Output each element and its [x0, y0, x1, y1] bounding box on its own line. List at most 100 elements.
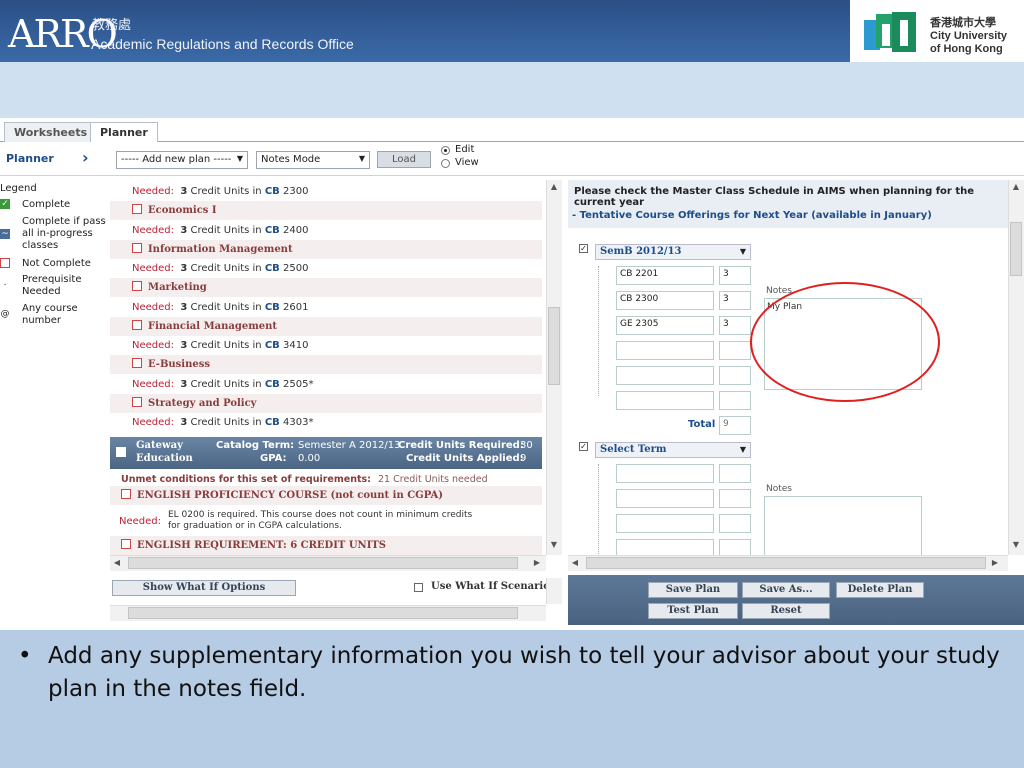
- term1-course-units[interactable]: [719, 341, 751, 360]
- course-number[interactable]: 2505*: [283, 379, 313, 390]
- term1-course-code[interactable]: GE 2305: [616, 316, 714, 335]
- term2-course-units-2[interactable]: [719, 489, 751, 508]
- scroll-right-icon[interactable]: ▶: [990, 558, 1000, 567]
- use-what-if-checkbox[interactable]: [414, 583, 423, 592]
- requirement-subject-row[interactable]: Information Management: [110, 239, 542, 259]
- course-number[interactable]: 2300: [283, 186, 308, 197]
- requirement-subject-row[interactable]: Strategy and Policy: [110, 393, 542, 413]
- left-scroll-thumb[interactable]: [548, 307, 560, 385]
- scroll-down-icon[interactable]: ▼: [1008, 540, 1024, 549]
- term2-course-units-1[interactable]: [719, 464, 751, 483]
- term1-course-code[interactable]: [616, 366, 714, 385]
- course-dept[interactable]: CB: [265, 263, 280, 274]
- save-as-button[interactable]: Save As...: [742, 582, 830, 598]
- course-dept[interactable]: CB: [265, 417, 280, 428]
- course-number[interactable]: 2601: [283, 302, 308, 313]
- english-note-2: for graduation or in CGPA calculations.: [168, 521, 342, 531]
- course-dept[interactable]: CB: [265, 340, 280, 351]
- term2-course-code-2[interactable]: [616, 489, 714, 508]
- empty-box-icon: [132, 242, 142, 253]
- requirement-subject-row[interactable]: Financial Management: [110, 316, 542, 336]
- course-number[interactable]: 2400: [283, 225, 308, 236]
- tentative-offerings-link[interactable]: - Tentative Course Offerings for Next Ye…: [572, 210, 932, 221]
- course-dept[interactable]: CB: [265, 302, 280, 313]
- scroll-right-icon[interactable]: ▶: [532, 558, 542, 567]
- tab-planner[interactable]: Planner: [90, 122, 158, 143]
- term1-course-code[interactable]: CB 2300: [616, 291, 714, 310]
- course-dept[interactable]: CB: [265, 225, 280, 236]
- term2-course-code-3[interactable]: [616, 514, 714, 533]
- requirement-subject-row[interactable]: Marketing: [110, 278, 542, 297]
- term1-course-units[interactable]: 3: [719, 266, 751, 285]
- term1-course-code[interactable]: [616, 341, 714, 360]
- show-what-if-options-button[interactable]: Show What If Options: [112, 580, 296, 596]
- test-plan-button[interactable]: Test Plan: [648, 603, 738, 619]
- legend-item-complete-if-pass: Complete if pass all in-progress classes: [22, 216, 106, 251]
- university-name-en-2: of Hong Kong: [930, 43, 1003, 55]
- needed-label: Needed:: [132, 417, 175, 428]
- row-drag-handles[interactable]: [598, 266, 601, 396]
- english-requirement-row[interactable]: ENGLISH REQUIREMENT: 6 CREDIT UNITS: [110, 536, 542, 555]
- chevron-right-icon[interactable]: ›: [82, 148, 89, 167]
- requirement-subject-row[interactable]: E-Business: [110, 355, 542, 374]
- save-plan-button[interactable]: Save Plan: [648, 582, 738, 598]
- credit-units-value: 3: [180, 301, 188, 313]
- mode-select-value: Notes Mode: [261, 154, 321, 165]
- empty-box-icon: [121, 489, 131, 499]
- course-number[interactable]: 3410: [283, 340, 308, 351]
- term2-course-code-1[interactable]: [616, 464, 714, 483]
- term1-course-units[interactable]: [719, 391, 751, 410]
- requirement-subject-row[interactable]: Economics I: [110, 201, 542, 220]
- course-number[interactable]: 2500: [283, 263, 308, 274]
- gateway-education-header[interactable]: Gateway Education Catalog Term: Semester…: [110, 437, 542, 469]
- term2-course-code-4[interactable]: [616, 539, 714, 555]
- term1-course-units[interactable]: 3: [719, 316, 751, 335]
- what-if-scrollbar[interactable]: [546, 578, 562, 604]
- term2-select[interactable]: Select Term ▼: [595, 442, 751, 458]
- scroll-down-icon[interactable]: ▼: [546, 540, 562, 549]
- what-if-hscroll-thumb[interactable]: [128, 607, 518, 619]
- course-dept[interactable]: CB: [265, 186, 280, 197]
- right-hscroll-thumb[interactable]: [586, 557, 986, 569]
- empty-box-icon: [132, 204, 142, 214]
- term2-notes-field[interactable]: [764, 496, 922, 555]
- scroll-left-icon[interactable]: ◀: [570, 558, 580, 567]
- plan-select-value: ----- Add new plan -----: [121, 154, 232, 165]
- course-number[interactable]: 4303*: [283, 417, 313, 428]
- radio-view[interactable]: [441, 159, 450, 168]
- radio-edit[interactable]: [441, 146, 450, 155]
- term1-course-code[interactable]: [616, 391, 714, 410]
- empty-box-icon: [132, 358, 142, 368]
- term1-select[interactable]: SemB 2012/13 ▼: [595, 244, 751, 260]
- office-name-en: Academic Regulations and Records Office: [91, 36, 354, 52]
- plan-select[interactable]: ----- Add new plan ----- ▼: [116, 151, 248, 169]
- term2-course-units-3[interactable]: [719, 514, 751, 533]
- term1-course-units[interactable]: 3: [719, 291, 751, 310]
- legend-item-not-complete: Not Complete: [22, 258, 91, 269]
- term2-checkbox[interactable]: ✓: [579, 442, 588, 451]
- scroll-up-icon[interactable]: ▲: [546, 182, 562, 191]
- row-drag-handles-2[interactable]: [598, 464, 601, 554]
- load-button[interactable]: Load: [377, 151, 431, 168]
- subject-label: Information Management: [148, 243, 293, 255]
- term2-course-units-4[interactable]: [719, 539, 751, 555]
- delete-plan-button[interactable]: Delete Plan: [836, 582, 924, 598]
- course-dept[interactable]: CB: [265, 379, 280, 390]
- left-hscroll-thumb[interactable]: [128, 557, 518, 569]
- mode-select[interactable]: Notes Mode ▼: [256, 151, 370, 169]
- scroll-left-icon[interactable]: ◀: [112, 558, 122, 567]
- term1-course-units[interactable]: [719, 366, 751, 385]
- credit-units-value: 3: [180, 378, 188, 390]
- requirements-panel: Needed: 3 Credit Units in CB 2300 Economi…: [110, 180, 546, 555]
- radio-edit-label: Edit: [455, 144, 475, 155]
- credit-units-value: 3: [180, 417, 188, 428]
- reset-button[interactable]: Reset: [742, 603, 830, 619]
- term1-course-code[interactable]: CB 2201: [616, 266, 714, 285]
- term1-checkbox[interactable]: ✓: [579, 244, 588, 253]
- empty-box-icon: [132, 319, 142, 330]
- scroll-up-icon[interactable]: ▲: [1008, 182, 1024, 191]
- credit-units-value: 3: [180, 224, 188, 236]
- tab-worksheets[interactable]: Worksheets: [4, 122, 98, 142]
- english-proficiency-row[interactable]: ENGLISH PROFICIENCY COURSE (not count in…: [110, 486, 542, 505]
- right-scroll-thumb[interactable]: [1010, 222, 1022, 276]
